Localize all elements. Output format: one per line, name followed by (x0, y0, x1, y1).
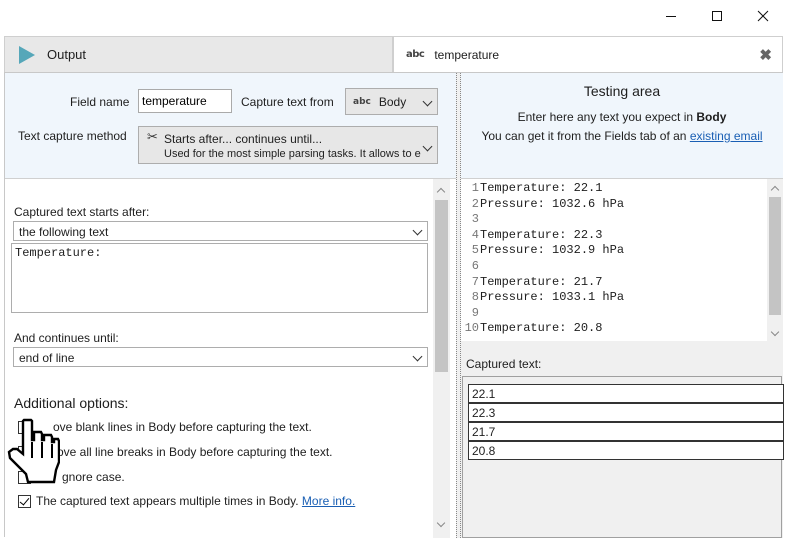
field-config-panel: Field name Capture text from abc Body Te… (5, 73, 456, 178)
left-scrollbar[interactable] (433, 179, 450, 538)
tab-strip: Output abc temperature ✖ (0, 36, 786, 72)
hint-prefix-2: You can get it from the Fields tab of an (481, 129, 690, 143)
line-number: 9 (471, 305, 479, 320)
continues-until-label: And continues until: (14, 331, 119, 345)
starts-after-textarea[interactable]: Temperature: (11, 243, 428, 313)
code-line: 5Pressure: 1032.9 hPa (461, 243, 624, 259)
testing-area-title: Testing area (583, 83, 661, 99)
tab-output[interactable]: Output (4, 36, 393, 72)
multiple-times-checkbox[interactable] (18, 495, 31, 508)
hint-prefix: Enter here any text you expect in (517, 110, 697, 124)
minimize-button[interactable] (648, 0, 694, 32)
testing-hint-2: You can get it from the Fields tab of an… (461, 129, 783, 143)
line-number: 4 (471, 227, 479, 242)
line-text: Temperature: 21.7 (480, 274, 603, 289)
line-number: 5 (471, 243, 479, 258)
close-tab-icon[interactable]: ✖ (759, 46, 772, 64)
existing-email-link[interactable]: existing email (690, 129, 763, 143)
starts-after-label: Captured text starts after: (14, 205, 150, 219)
testing-area-header: Testing area Enter here any text you exp… (461, 73, 783, 178)
code-line: 1Temperature: 22.1 (461, 181, 603, 197)
code-line: 2Pressure: 1032.6 hPa (461, 197, 624, 213)
multiple-times-label: The captured text appears multiple times… (36, 494, 299, 508)
continues-until-select[interactable]: end of line (13, 347, 428, 367)
line-number: 6 (471, 259, 479, 273)
capture-from-value: Body (378, 94, 407, 109)
scissors-icon: ✂ (147, 130, 158, 145)
field-name-input[interactable] (138, 89, 232, 113)
hint-body-bold: Body (696, 110, 727, 124)
line-text: Pressure: 1033.1 hPa (480, 290, 625, 305)
test-text-editor[interactable]: 1Temperature: 22.1 2Pressure: 1032.6 hPa 3… (461, 179, 783, 341)
line-number: 10 (464, 321, 479, 336)
testing-hint-1: Enter here any text you expect in Body (461, 110, 783, 124)
capture-method-select[interactable]: ✂ Starts after... continues until... Use… (138, 126, 438, 164)
chevron-down-icon (422, 96, 433, 106)
capture-rules-panel: Captured text starts after: the followin… (5, 179, 456, 538)
line-number: 7 (471, 274, 479, 289)
scroll-thumb[interactable] (769, 197, 781, 315)
more-info-link[interactable]: More info. (302, 494, 355, 508)
captured-text-panel: Captured text: 22.1 22.3 21.7 20.8 (461, 341, 784, 538)
close-window-button[interactable] (740, 0, 786, 32)
captured-row[interactable]: 20.8 (468, 441, 784, 460)
line-number: 3 (471, 212, 479, 227)
chevron-down-icon (412, 351, 423, 362)
code-line: 9 (461, 306, 480, 322)
editor-scrollbar[interactable] (767, 179, 783, 341)
code-line: 7Temperature: 21.7 (461, 274, 603, 291)
capture-from-label: Capture text from (241, 95, 334, 109)
play-icon (19, 45, 35, 64)
abc-icon: abc (406, 49, 425, 60)
maximize-icon (712, 11, 722, 21)
abc-icon: abc (353, 96, 371, 107)
additional-options-heading: Additional options: (14, 395, 129, 411)
line-text: Temperature: 22.1 (480, 181, 603, 195)
method-title: Starts after... continues until... (164, 132, 323, 146)
field-name-label: Field name (70, 95, 130, 109)
code-line: 3 (461, 212, 480, 228)
starts-after-select[interactable]: the following text (13, 221, 428, 241)
title-bar (0, 0, 786, 32)
captured-row[interactable]: 21.7 (468, 422, 784, 441)
remove-line-breaks-label: ove all line breaks in Body before captu… (57, 445, 333, 459)
tab-temperature-label: temperature (434, 47, 500, 62)
ignore-case-label: gnore case. (62, 470, 125, 484)
maximize-button[interactable] (694, 0, 740, 32)
captured-text-list: 22.1 22.3 21.7 20.8 (462, 376, 784, 538)
scroll-thumb[interactable] (435, 200, 448, 372)
scroll-up-icon[interactable] (770, 185, 780, 195)
line-text: Pressure: 1032.9 hPa (480, 243, 625, 258)
code-line: 10Temperature: 20.8 (461, 321, 603, 337)
close-icon (757, 10, 769, 22)
editor-frame: Field name Capture text from abc Body Te… (4, 72, 784, 538)
captured-row[interactable]: 22.1 (468, 384, 784, 403)
line-text: Pressure: 1032.6 hPa (480, 196, 625, 211)
minimize-icon (666, 16, 676, 17)
method-description: Used for the most simple parsing tasks. … (164, 148, 421, 160)
tab-temperature[interactable]: abc temperature ✖ (393, 36, 783, 72)
line-text: Temperature: 20.8 (480, 321, 603, 336)
code-line: 6 (461, 259, 480, 275)
remove-blank-lines-label: ove blank lines in Body before capturing… (53, 420, 312, 434)
captured-text-label: Captured text: (466, 357, 542, 371)
continues-until-value: end of line (19, 351, 75, 365)
method-label: Text capture method (18, 129, 127, 143)
chevron-down-icon (412, 225, 423, 236)
line-number: 2 (471, 196, 479, 211)
line-text: Temperature: 22.3 (480, 227, 603, 242)
captured-row[interactable]: 22.3 (468, 403, 784, 422)
starts-after-value: the following text (19, 225, 109, 239)
line-number: 1 (471, 181, 479, 195)
capture-from-select[interactable]: abc Body (345, 88, 438, 115)
scroll-down-icon[interactable] (770, 327, 780, 337)
hand-pointer-icon (7, 418, 60, 484)
line-number: 8 (471, 290, 479, 305)
code-line: 4Temperature: 22.3 (461, 227, 603, 244)
scroll-down-icon[interactable] (436, 518, 446, 528)
tab-output-label: Output (47, 47, 87, 62)
code-line: 8Pressure: 1033.1 hPa (461, 290, 624, 306)
multiple-times-option: The captured text appears multiple times… (36, 494, 355, 508)
scroll-up-icon[interactable] (436, 187, 446, 197)
